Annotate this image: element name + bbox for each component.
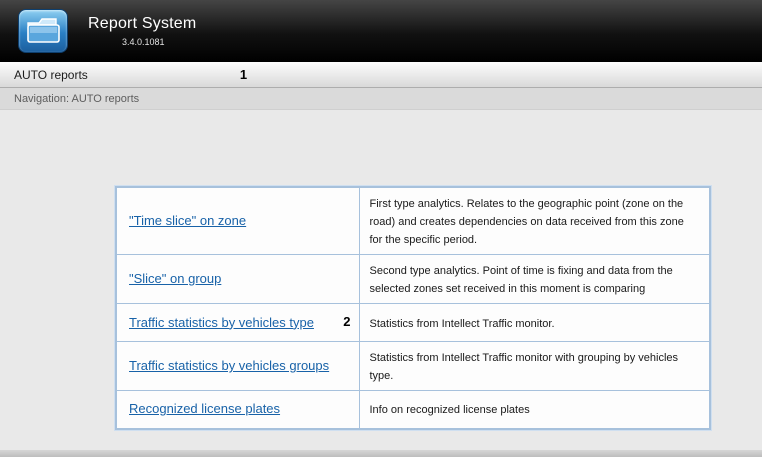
table-row: 2 Traffic statistics by vehicles type St… xyxy=(116,304,710,342)
report-system-window: Report System 3.4.0.1081 AUTO reports 1 … xyxy=(0,0,762,457)
report-link-traffic-statistics-by-vehicles-groups[interactable]: Traffic statistics by vehicles groups xyxy=(129,358,329,373)
menubar-item-auto-reports[interactable]: AUTO reports xyxy=(14,68,88,82)
report-link-slice-on-group[interactable]: "Slice" on group xyxy=(129,271,221,286)
table-row: "Time slice" on zone First type analytic… xyxy=(116,187,710,255)
report-link-time-slice-on-zone[interactable]: "Time slice" on zone xyxy=(129,213,246,228)
report-description-cell: Statistics from Intellect Traffic monito… xyxy=(359,304,710,342)
table-row: Recognized license plates Info on recogn… xyxy=(116,391,710,429)
report-description: Info on recognized license plates xyxy=(370,404,530,416)
navigation-bar: Navigation: AUTO reports xyxy=(0,88,762,110)
report-link-cell: "Slice" on group xyxy=(116,255,359,304)
table-row: Traffic statistics by vehicles groups St… xyxy=(116,342,710,391)
app-version: 3.4.0.1081 xyxy=(122,37,196,47)
report-link-cell: 2 Traffic statistics by vehicles type xyxy=(116,304,359,342)
report-link-recognized-license-plates[interactable]: Recognized license plates xyxy=(129,401,280,416)
menubar: AUTO reports 1 xyxy=(0,62,762,88)
callout-annotation-2: 2 xyxy=(343,314,350,329)
report-description-cell: First type analytics. Relates to the geo… xyxy=(359,187,710,255)
app-title: Report System xyxy=(88,15,196,33)
report-link-cell: "Time slice" on zone xyxy=(116,187,359,255)
content-area: "Time slice" on zone First type analytic… xyxy=(0,110,762,457)
report-link-traffic-statistics-by-vehicles-type[interactable]: Traffic statistics by vehicles type xyxy=(129,315,314,330)
report-description: Statistics from Intellect Traffic monito… xyxy=(370,318,555,330)
title-block: Report System 3.4.0.1081 xyxy=(88,15,196,47)
breadcrumb: Navigation: AUTO reports xyxy=(14,93,139,105)
report-description: First type analytics. Relates to the geo… xyxy=(370,198,684,246)
reports-table: "Time slice" on zone First type analytic… xyxy=(115,186,711,430)
report-description: Second type analytics. Point of time is … xyxy=(370,265,673,295)
window-bottom-edge xyxy=(0,450,762,457)
table-row: "Slice" on group Second type analytics. … xyxy=(116,255,710,304)
report-description-cell: Second type analytics. Point of time is … xyxy=(359,255,710,304)
report-description-cell: Statistics from Intellect Traffic monito… xyxy=(359,342,710,391)
report-link-cell: Recognized license plates xyxy=(116,391,359,429)
callout-annotation-1: 1 xyxy=(240,67,247,82)
report-link-cell: Traffic statistics by vehicles groups xyxy=(116,342,359,391)
app-header: Report System 3.4.0.1081 xyxy=(0,0,762,62)
report-system-folder-icon xyxy=(18,9,68,53)
report-description-cell: Info on recognized license plates xyxy=(359,391,710,429)
report-description: Statistics from Intellect Traffic monito… xyxy=(370,352,679,382)
